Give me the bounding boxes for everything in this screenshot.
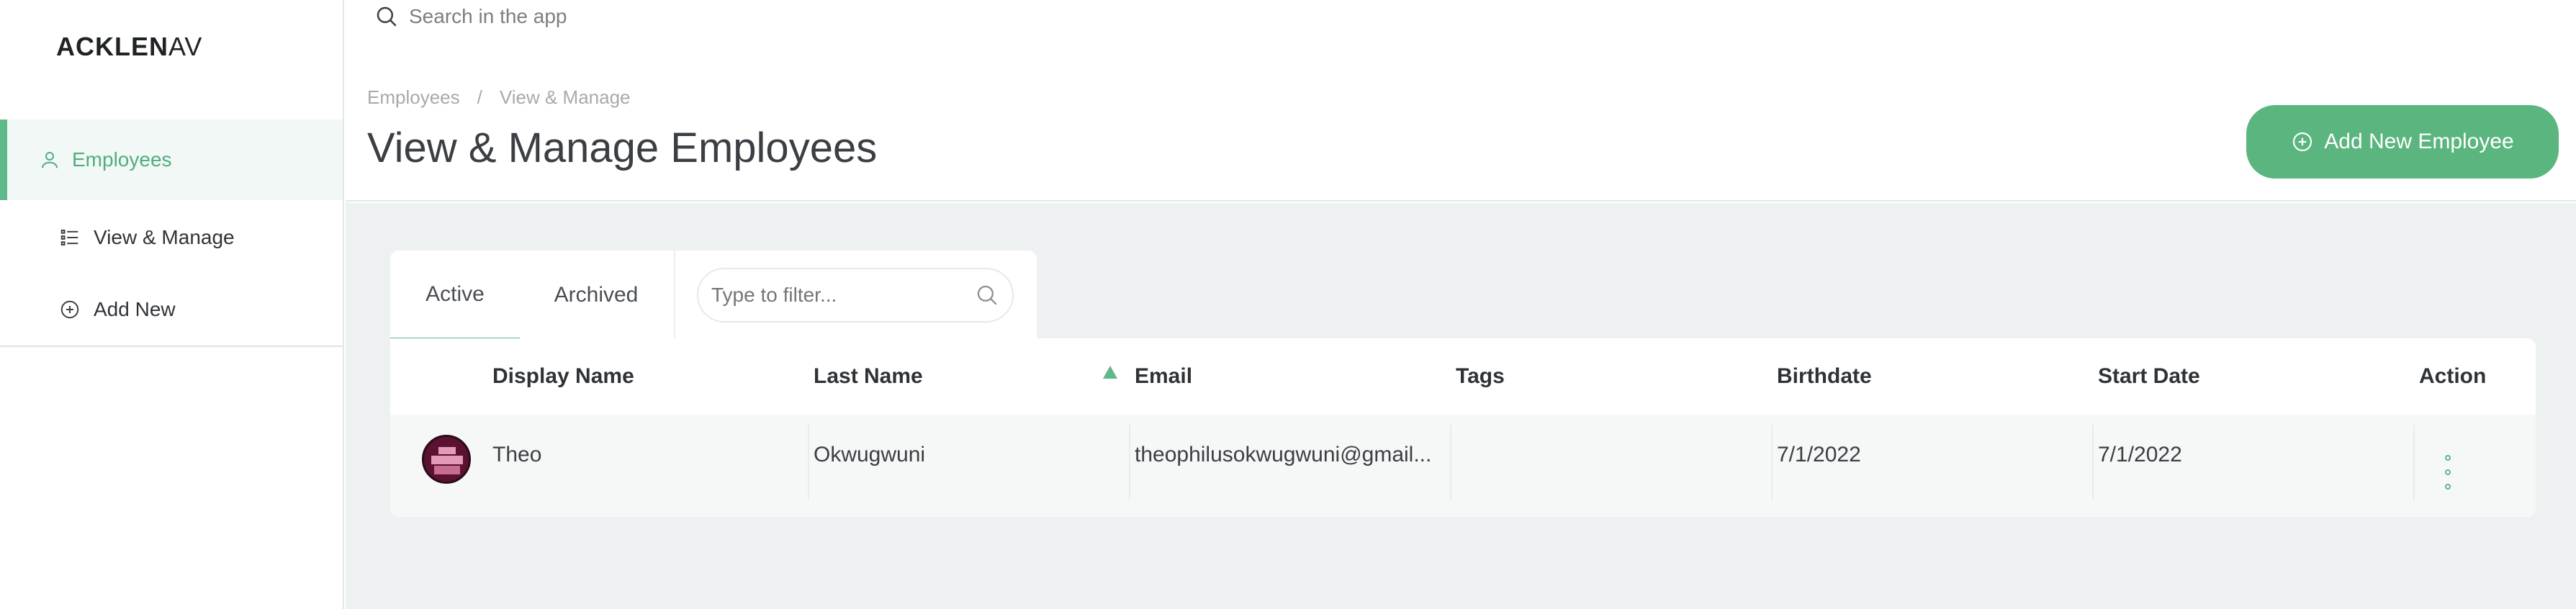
employees-table: Display Name Last Name Email Tags Birthd… xyxy=(390,338,2536,517)
tabs-divider xyxy=(674,251,675,340)
column-divider xyxy=(1450,425,1451,500)
cell-last-name: Okwugwuni xyxy=(814,443,926,466)
search-icon[interactable] xyxy=(975,283,999,307)
tab-active[interactable]: Active xyxy=(390,251,520,340)
plus-circle-icon xyxy=(2291,130,2314,153)
row-actions-menu-icon[interactable] xyxy=(2441,455,2455,490)
avatar xyxy=(422,435,471,484)
filter-box[interactable] xyxy=(697,268,1014,322)
breadcrumb: Employees / View & Manage xyxy=(367,86,631,109)
page-title: View & Manage Employees xyxy=(367,125,878,171)
breadcrumb-item-view-manage: View & Manage xyxy=(499,86,631,108)
sidebar-item-add-new[interactable]: Add New xyxy=(0,288,343,331)
column-divider xyxy=(1129,425,1130,500)
tab-archived[interactable]: Archived xyxy=(520,251,672,340)
table-row[interactable]: Theo Okwugwuni theophilusokwugwuni@gmail… xyxy=(390,415,2536,517)
column-divider xyxy=(2413,425,2415,500)
cell-birthdate: 7/1/2022 xyxy=(1777,443,1861,466)
add-new-employee-label: Add New Employee xyxy=(2324,130,2514,153)
app-search[interactable]: Search in the app xyxy=(374,0,567,33)
sidebar-item-label: Add New xyxy=(94,298,176,320)
add-new-employee-button[interactable]: Add New Employee xyxy=(2246,105,2559,179)
cell-start-date: 7/1/2022 xyxy=(2098,443,2182,466)
user-icon xyxy=(37,148,62,172)
column-divider xyxy=(2092,425,2094,500)
tabs-card: Active Archived xyxy=(390,251,1037,340)
column-divider xyxy=(1771,425,1773,500)
column-header-tags[interactable]: Tags xyxy=(1456,338,1505,415)
column-header-birthdate[interactable]: Birthdate xyxy=(1777,338,1872,415)
breadcrumb-separator: / xyxy=(477,86,482,108)
app-logo[interactable]: ACKLENAV xyxy=(56,32,202,62)
main-content: Active Archived Display Name Last Name E… xyxy=(346,203,2576,609)
filter-input[interactable] xyxy=(711,284,956,307)
sidebar: ACKLENAV Employees View & Manage Add New xyxy=(0,0,344,609)
sidebar-item-label: Employees xyxy=(72,148,172,171)
column-header-action: Action xyxy=(2419,364,2487,388)
page-header: Employees / View & Manage View & Manage … xyxy=(346,72,2576,202)
column-divider xyxy=(808,425,809,500)
column-header-start-date[interactable]: Start Date xyxy=(2098,338,2200,415)
cell-email: theophilusokwugwuni@gmail... xyxy=(1135,443,1432,466)
plus-circle-icon xyxy=(58,297,82,322)
topbar: Search in the app xyxy=(346,0,2576,72)
sidebar-divider xyxy=(0,346,343,347)
column-header-display-name[interactable]: Display Name xyxy=(492,338,634,415)
cell-display-name: Theo xyxy=(492,443,542,466)
sort-ascending-icon[interactable] xyxy=(1103,366,1117,379)
sidebar-item-employees[interactable]: Employees xyxy=(0,119,343,200)
search-icon xyxy=(374,4,399,29)
breadcrumb-item-employees[interactable]: Employees xyxy=(367,86,460,109)
column-header-email[interactable]: Email xyxy=(1135,338,1192,415)
list-icon xyxy=(58,225,82,250)
sidebar-item-label: View & Manage xyxy=(94,226,235,248)
search-input[interactable]: Search in the app xyxy=(409,5,567,28)
column-header-last-name[interactable]: Last Name xyxy=(814,338,923,415)
sidebar-item-view-manage[interactable]: View & Manage xyxy=(0,216,343,259)
